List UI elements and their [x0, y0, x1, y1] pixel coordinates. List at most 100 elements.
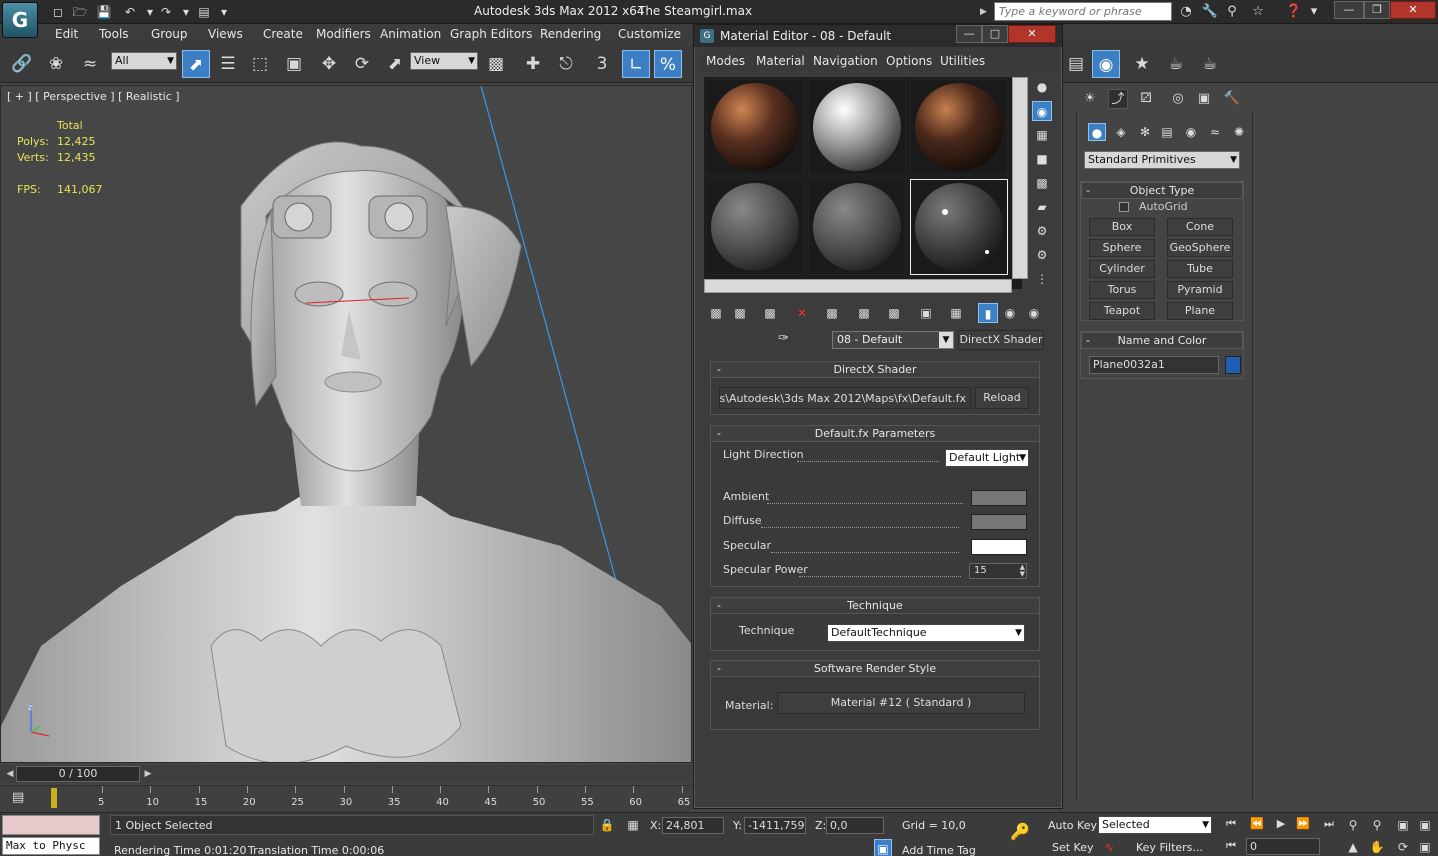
get-material-icon[interactable]: ▩ [706, 303, 726, 323]
sample-slot[interactable] [808, 179, 906, 275]
current-frame-marker[interactable] [51, 788, 57, 808]
pan-view-icon[interactable]: ✋ [1368, 838, 1386, 856]
bind-space-warp-icon[interactable]: ≈ [76, 50, 104, 78]
material-type-button[interactable]: DirectX Shader [958, 330, 1044, 350]
search-input[interactable] [994, 2, 1172, 21]
selection-filter-dropdown[interactable]: All ▼ [111, 52, 177, 70]
keyboard-shortcut-override-icon[interactable]: ⎋ [552, 50, 580, 78]
show-end-result-icon[interactable]: ▮ [978, 303, 998, 323]
viewport-label[interactable]: [ + ] [ Perspective ] [ Realistic ] [7, 90, 180, 103]
shapes-icon[interactable]: ◈ [1112, 123, 1130, 141]
light-direction-dropdown[interactable]: Default Light ▼ [945, 449, 1029, 467]
menu-utilities[interactable]: Utilities [940, 54, 985, 68]
geometry-icon[interactable]: ● [1088, 123, 1106, 141]
cylinder-button[interactable]: Cylinder [1089, 260, 1155, 278]
key-filters-button[interactable]: Key Filters... [1136, 841, 1203, 854]
motion-tab-icon[interactable]: ◎ [1168, 89, 1188, 109]
subscription-center-icon[interactable]: 🔧 [1200, 3, 1220, 21]
make-preview-icon[interactable]: ▰ [1032, 197, 1052, 217]
object-color-swatch[interactable] [1225, 356, 1241, 374]
sun-icon[interactable]: ☀ [1080, 89, 1100, 109]
project-folder-icon[interactable]: ▤ [194, 3, 214, 21]
assign-material-icon[interactable]: ▩ [760, 303, 780, 323]
go-forward-to-sibling-icon[interactable]: ◉ [1024, 303, 1044, 323]
scale-icon[interactable]: ⬈ [381, 50, 409, 78]
track-bar[interactable]: ▤ 5 10 15 20 25 30 35 40 45 50 55 60 65 [0, 785, 692, 812]
play-icon[interactable]: ▶ [1270, 815, 1292, 833]
spinner-arrows-icon[interactable]: ▲ ▼ [1020, 564, 1025, 578]
material-name-dropdown[interactable]: 08 - Default ▼ [832, 331, 954, 349]
teapot-button[interactable]: Teapot [1089, 302, 1155, 320]
previous-frame-button-icon[interactable]: ⏪ [1246, 815, 1268, 833]
material-button[interactable]: Material #12 ( Standard ) [777, 692, 1025, 714]
favorites-star-icon[interactable]: ☆ [1248, 3, 1268, 21]
key-mode-dropdown[interactable]: Selected ▼ [1098, 816, 1212, 834]
snaps-toggle-icon[interactable]: 3 [588, 50, 616, 78]
sample-slot-active[interactable] [910, 179, 1008, 275]
open-mini-curve-editor-icon[interactable]: ▤ [12, 790, 24, 805]
search-expand-icon[interactable]: ▶ [980, 3, 992, 21]
maximize-viewport-icon[interactable]: ▣ [1416, 838, 1434, 856]
select-object-icon[interactable]: ⬈ [182, 50, 210, 78]
menu-group[interactable]: Group [151, 27, 188, 41]
lights-icon[interactable]: ✻ [1136, 123, 1154, 141]
new-file-icon[interactable]: ◻ [48, 3, 68, 21]
sample-uv-tiling-icon[interactable]: ■ [1032, 149, 1052, 169]
menu-modes[interactable]: Modes [706, 54, 745, 68]
ambient-color-swatch[interactable] [971, 490, 1027, 506]
sample-slot[interactable] [706, 79, 804, 175]
copy-material-icon[interactable]: ▩ [822, 303, 842, 323]
angle-snap-icon[interactable]: ∟ [622, 50, 650, 78]
x-coordinate-field[interactable]: 24,801 [662, 817, 724, 834]
unlink-icon[interactable]: ❀ [42, 50, 70, 78]
options-icon[interactable]: ⚙ [1032, 221, 1052, 241]
software-render-header[interactable]: - Software Render Style [711, 661, 1039, 677]
menu-create[interactable]: Create [263, 27, 303, 41]
put-to-library-icon[interactable]: ▩ [884, 303, 904, 323]
move-icon[interactable]: ✥ [315, 50, 343, 78]
zoom-extents-all-icon[interactable]: ▣ [1416, 816, 1434, 834]
minimize-button[interactable]: — [1334, 1, 1364, 19]
menu-modifiers[interactable]: Modifiers [316, 27, 371, 41]
menu-tools[interactable]: Tools [99, 27, 129, 41]
absolute-mode-icon[interactable]: ▦ [624, 816, 642, 834]
reset-map-icon[interactable]: ✕ [792, 303, 812, 323]
menu-edit[interactable]: Edit [55, 27, 78, 41]
open-file-icon[interactable]: 🗁 [70, 3, 90, 21]
maxscript-listener-output[interactable]: Max to Physc [2, 837, 100, 855]
maximize-button[interactable]: □ [982, 25, 1008, 43]
directx-shader-header[interactable]: - DirectX Shader [711, 362, 1039, 378]
sample-type-sphere-icon[interactable]: ● [1032, 77, 1052, 97]
hierarchy-tab-icon[interactable]: ⚂ [1136, 89, 1156, 109]
zoom-extents-icon[interactable]: ▣ [1394, 816, 1412, 834]
help-icon[interactable]: ❓ [1284, 3, 1304, 21]
next-frame-icon[interactable]: ▶ [142, 767, 154, 781]
window-crossing-icon[interactable]: ▣ [280, 50, 308, 78]
material-map-navigator-icon[interactable]: ⋮ [1032, 269, 1052, 289]
y-coordinate-field[interactable]: -1411,759 [744, 817, 806, 834]
reference-coordinate-dropdown[interactable]: View ▼ [410, 52, 478, 70]
object-name-field[interactable]: Plane0032a1 [1089, 356, 1219, 374]
torus-button[interactable]: Torus [1089, 281, 1155, 299]
pivot-point-center-icon[interactable]: ▩ [482, 50, 510, 78]
sphere-button[interactable]: Sphere [1089, 239, 1155, 257]
auto-key-button[interactable]: Auto Key [1048, 819, 1097, 832]
display-tab-icon[interactable]: ▣ [1194, 89, 1214, 109]
current-frame-field[interactable]: 0 [1246, 838, 1320, 855]
reload-button[interactable]: Reload [975, 387, 1029, 409]
link-icon[interactable]: 🔗 [8, 50, 36, 78]
quick-access-dropdown-icon[interactable]: ▾ [214, 3, 234, 21]
fx-file-path-button[interactable]: C:\Program Files\Autodesk\3ds Max 2012\M… [719, 387, 971, 409]
menu-navigation[interactable]: Navigation [813, 54, 878, 68]
slots-vertical-scrollbar[interactable] [1012, 77, 1028, 279]
rotate-icon[interactable]: ⟳ [348, 50, 376, 78]
go-to-end-icon[interactable]: ⏭ [1318, 815, 1340, 833]
menu-animation[interactable]: Animation [380, 27, 441, 41]
utilities-tab-icon[interactable]: 🔨 [1222, 89, 1242, 109]
render-setup-overflow-icon[interactable]: ▤ [1062, 50, 1090, 78]
space-warps-icon[interactable]: ≈ [1206, 123, 1224, 141]
menu-graph-editors[interactable]: Graph Editors [450, 27, 532, 41]
communication-center-icon[interactable]: ⚲ [1222, 3, 1242, 21]
go-to-parent-icon[interactable]: ◉ [1000, 303, 1020, 323]
video-color-check-icon[interactable]: ▩ [1032, 173, 1052, 193]
